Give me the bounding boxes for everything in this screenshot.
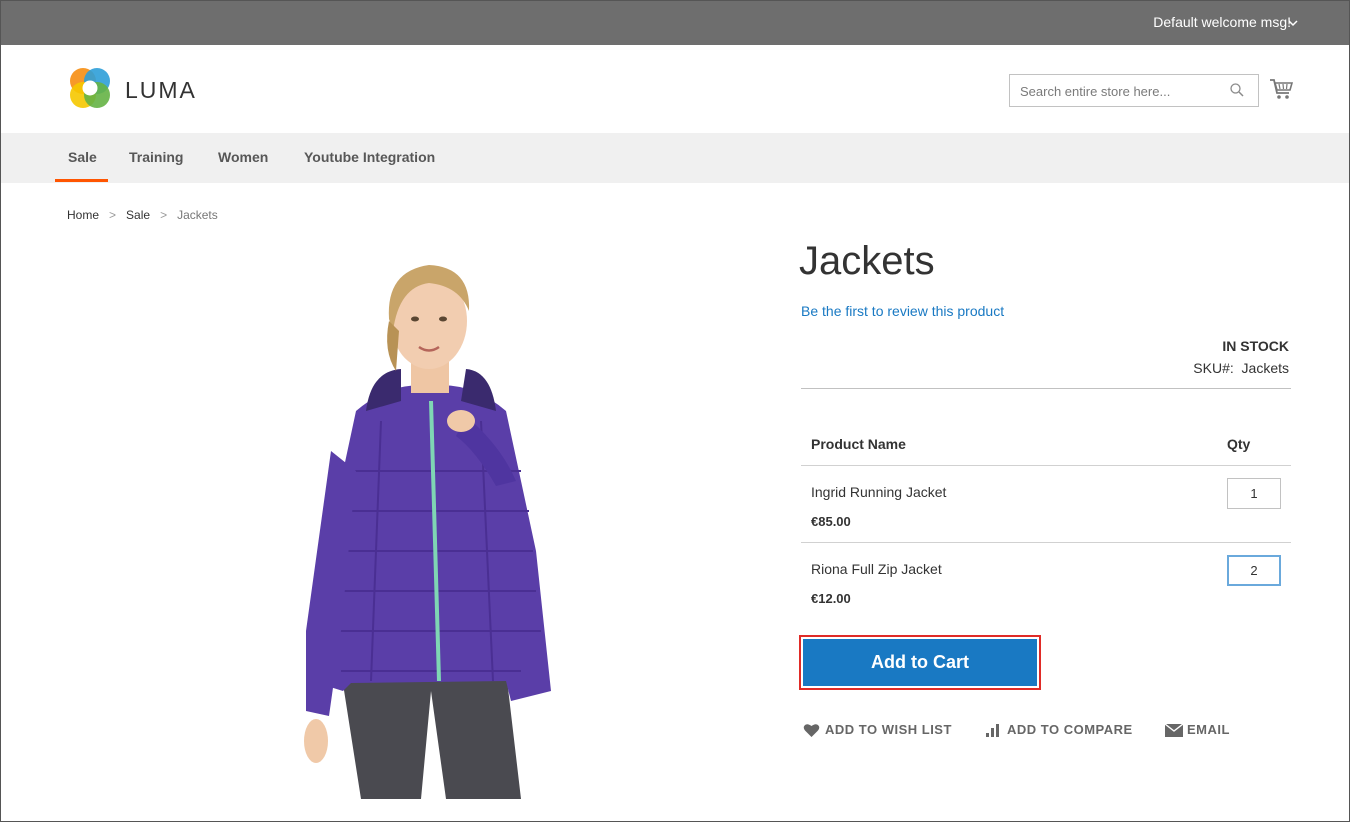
- breadcrumb-current: Jackets: [177, 208, 218, 222]
- add-to-cart-button[interactable]: Add to Cart: [803, 639, 1037, 686]
- nav-item-training[interactable]: Training: [129, 149, 183, 165]
- page: Default welcome msg! LUMA Search entire …: [0, 0, 1350, 822]
- nav-active-indicator: [55, 179, 108, 182]
- add-to-compare-link[interactable]: ADD TO COMPARE: [985, 722, 1133, 737]
- stock-status: IN STOCK: [1222, 338, 1289, 354]
- add-to-compare-label: ADD TO COMPARE: [1007, 722, 1133, 737]
- luma-logo-icon[interactable]: [68, 67, 112, 109]
- nav-item-women[interactable]: Women: [218, 149, 268, 165]
- compare-icon: [986, 724, 999, 737]
- heart-icon: [803, 724, 820, 737]
- breadcrumb: Home > Sale > Jackets: [67, 208, 218, 222]
- sku-value: Jackets: [1241, 360, 1289, 376]
- item-price: €12.00: [811, 591, 851, 606]
- top-bar: Default welcome msg!: [1, 1, 1349, 45]
- product-title: Jackets: [799, 239, 935, 283]
- item-price: €85.00: [811, 514, 851, 529]
- breadcrumb-separator: >: [109, 208, 117, 222]
- nav-item-sale[interactable]: Sale: [68, 149, 97, 165]
- envelope-icon: [1165, 724, 1183, 737]
- welcome-message[interactable]: Default welcome msg!: [1153, 14, 1291, 30]
- breadcrumb-home[interactable]: Home: [67, 208, 99, 222]
- nav-item-youtube-integration[interactable]: Youtube Integration: [304, 149, 435, 165]
- search-input[interactable]: Search entire store here...: [1009, 74, 1259, 107]
- breadcrumb-separator: >: [160, 208, 168, 222]
- row-divider: [801, 465, 1291, 466]
- product-image[interactable]: [271, 251, 591, 799]
- cart-icon[interactable]: [1269, 78, 1293, 100]
- qty-input[interactable]: 2: [1227, 555, 1281, 586]
- main-nav: Sale Training Women Youtube Integration: [1, 133, 1349, 183]
- search-placeholder: Search entire store here...: [1020, 84, 1171, 99]
- sku-label: SKU#:: [1193, 360, 1234, 376]
- breadcrumb-sale[interactable]: Sale: [126, 208, 150, 222]
- item-name: Riona Full Zip Jacket: [811, 561, 942, 577]
- table-header-product-name: Product Name: [811, 436, 906, 452]
- email-label: EMAIL: [1187, 722, 1230, 737]
- table-header-qty: Qty: [1227, 436, 1251, 452]
- add-to-wishlist-link[interactable]: ADD TO WISH LIST: [803, 722, 952, 737]
- email-link[interactable]: EMAIL: [1165, 722, 1230, 737]
- review-link[interactable]: Be the first to review this product: [801, 303, 1004, 319]
- sku: SKU#: Jackets: [1193, 360, 1289, 376]
- divider: [801, 388, 1291, 389]
- item-name: Ingrid Running Jacket: [811, 484, 947, 500]
- chevron-down-icon[interactable]: [1287, 13, 1299, 33]
- row-divider: [801, 542, 1291, 543]
- qty-input[interactable]: 1: [1227, 478, 1281, 509]
- search-icon[interactable]: [1230, 83, 1244, 97]
- logo-text[interactable]: LUMA: [125, 77, 197, 104]
- add-to-wishlist-label: ADD TO WISH LIST: [825, 722, 952, 737]
